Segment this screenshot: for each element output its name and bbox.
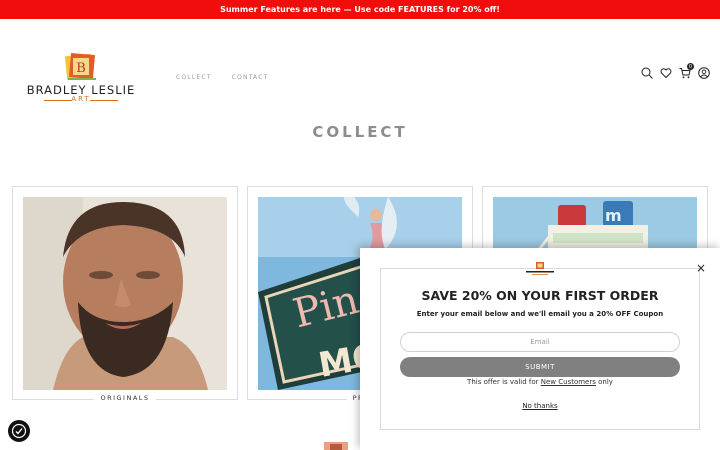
submit-button[interactable]: SUBMIT (400, 357, 680, 377)
nav-item-collect[interactable]: COLLECT (176, 74, 212, 81)
promo-text: Summer Features are here — Use code FEAT… (220, 5, 500, 14)
accessibility-button[interactable] (8, 420, 30, 442)
discount-popup: × SAVE 20% ON YOUR FIRST ORDER Enter you… (360, 248, 720, 450)
originals-artwork-image[interactable] (23, 197, 227, 390)
svg-text:B: B (76, 61, 86, 76)
header-icons: 0 (641, 63, 710, 79)
promo-banner: Summer Features are here — Use code FEAT… (0, 0, 720, 19)
no-thanks-link[interactable]: No thanks (360, 402, 720, 410)
offer-note-prefix: This offer is valid for (467, 378, 541, 386)
close-icon[interactable]: × (696, 262, 706, 274)
popup-heading: SAVE 20% ON YOUR FIRST ORDER (421, 288, 659, 303)
svg-text:m: m (605, 206, 622, 225)
page-title: COLLECT (312, 123, 408, 141)
card-label-originals: ORIGINALS (94, 394, 156, 402)
cart-count-badge: 0 (687, 63, 694, 70)
logo-mark-icon: B (64, 52, 96, 81)
offer-note: This offer is valid for New Customers on… (360, 378, 720, 386)
site-logo[interactable]: B BRADLEY LESLIE ART (24, 52, 138, 104)
offer-note-suffix: only (595, 378, 613, 386)
heart-icon[interactable] (660, 67, 672, 79)
logo-sub: ART (24, 95, 138, 103)
cart-icon[interactable]: 0 (679, 63, 694, 79)
email-field[interactable]: Email (400, 332, 680, 352)
popup-logo-icon (526, 262, 554, 275)
account-icon[interactable] (698, 67, 710, 79)
new-customers-link[interactable]: New Customers (541, 378, 596, 386)
nav-item-contact[interactable]: CONTACT (232, 74, 269, 81)
main-nav: COLLECT CONTACT (176, 74, 269, 81)
collection-card-originals[interactable]: ORIGINALS (12, 186, 238, 402)
search-icon[interactable] (641, 67, 653, 79)
footer-logo-icon (324, 442, 348, 450)
accessibility-icon (11, 423, 27, 439)
popup-subheading: Enter your email below and we'll email y… (416, 310, 664, 318)
